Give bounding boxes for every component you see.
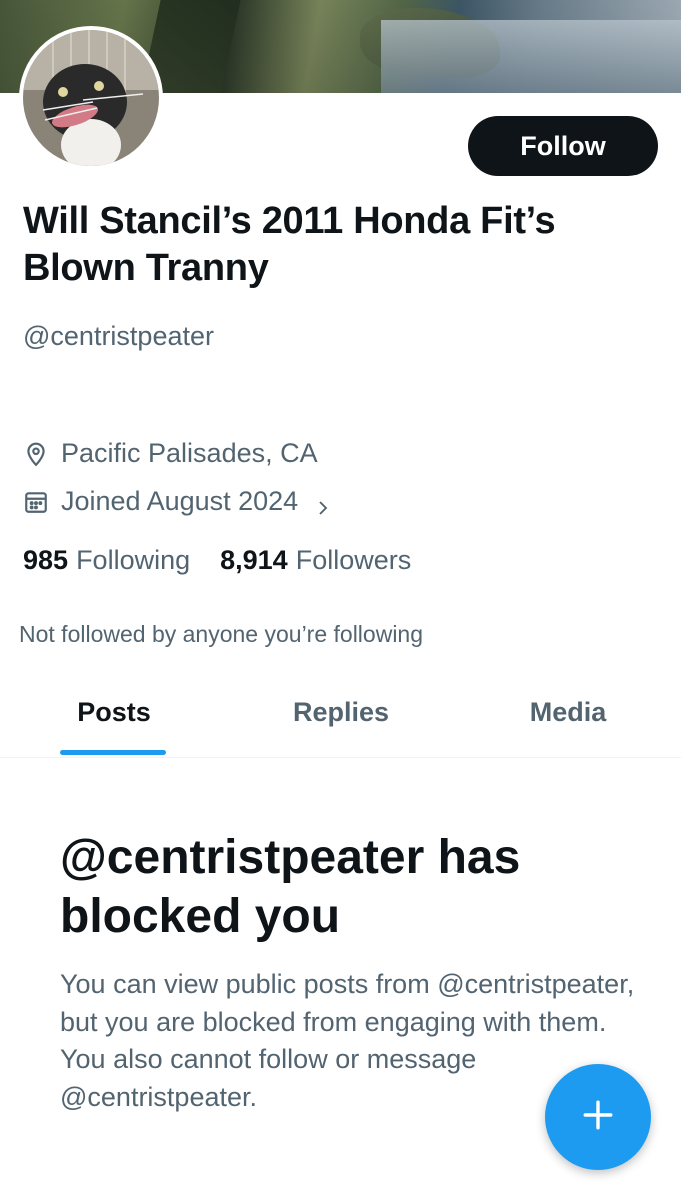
blocked-title: @centristpeater has blocked you	[60, 831, 521, 943]
profile-joined[interactable]: Joined August 2024	[23, 486, 332, 517]
chevron-right-icon[interactable]	[314, 493, 332, 515]
tab-posts[interactable]: Posts	[77, 697, 151, 728]
plus-icon	[581, 1098, 615, 1137]
tab-replies[interactable]: Replies	[293, 697, 389, 728]
following-link[interactable]: 985 Following	[23, 545, 190, 576]
compose-post-button[interactable]	[545, 1064, 651, 1170]
location-pin-icon	[23, 441, 49, 467]
profile-tabs: Posts Replies Media	[0, 675, 681, 758]
follow-button[interactable]: Follow	[468, 116, 658, 176]
profile-display-name: Will Stancil’s 2011 Honda Fit’s Blown Tr…	[23, 200, 556, 289]
tab-media[interactable]: Media	[530, 697, 607, 728]
followers-label: Followers	[295, 545, 412, 575]
active-tab-indicator	[60, 750, 166, 755]
not-followed-notice: Not followed by anyone you’re following	[19, 621, 424, 647]
profile-avatar[interactable]	[19, 26, 163, 170]
calendar-icon	[23, 489, 49, 515]
profile-handle: @centristpeater	[23, 321, 214, 351]
location-text: Pacific Palisades, CA	[61, 438, 318, 468]
followers-link[interactable]: 8,914 Followers	[220, 545, 411, 576]
following-count: 985	[23, 545, 69, 575]
profile-stats: 985 Following 8,914 Followers	[23, 545, 411, 576]
following-label: Following	[76, 545, 191, 575]
profile-location: Pacific Palisades, CA	[23, 438, 318, 469]
joined-text: Joined August 2024	[61, 486, 299, 516]
followers-count: 8,914	[220, 545, 288, 575]
